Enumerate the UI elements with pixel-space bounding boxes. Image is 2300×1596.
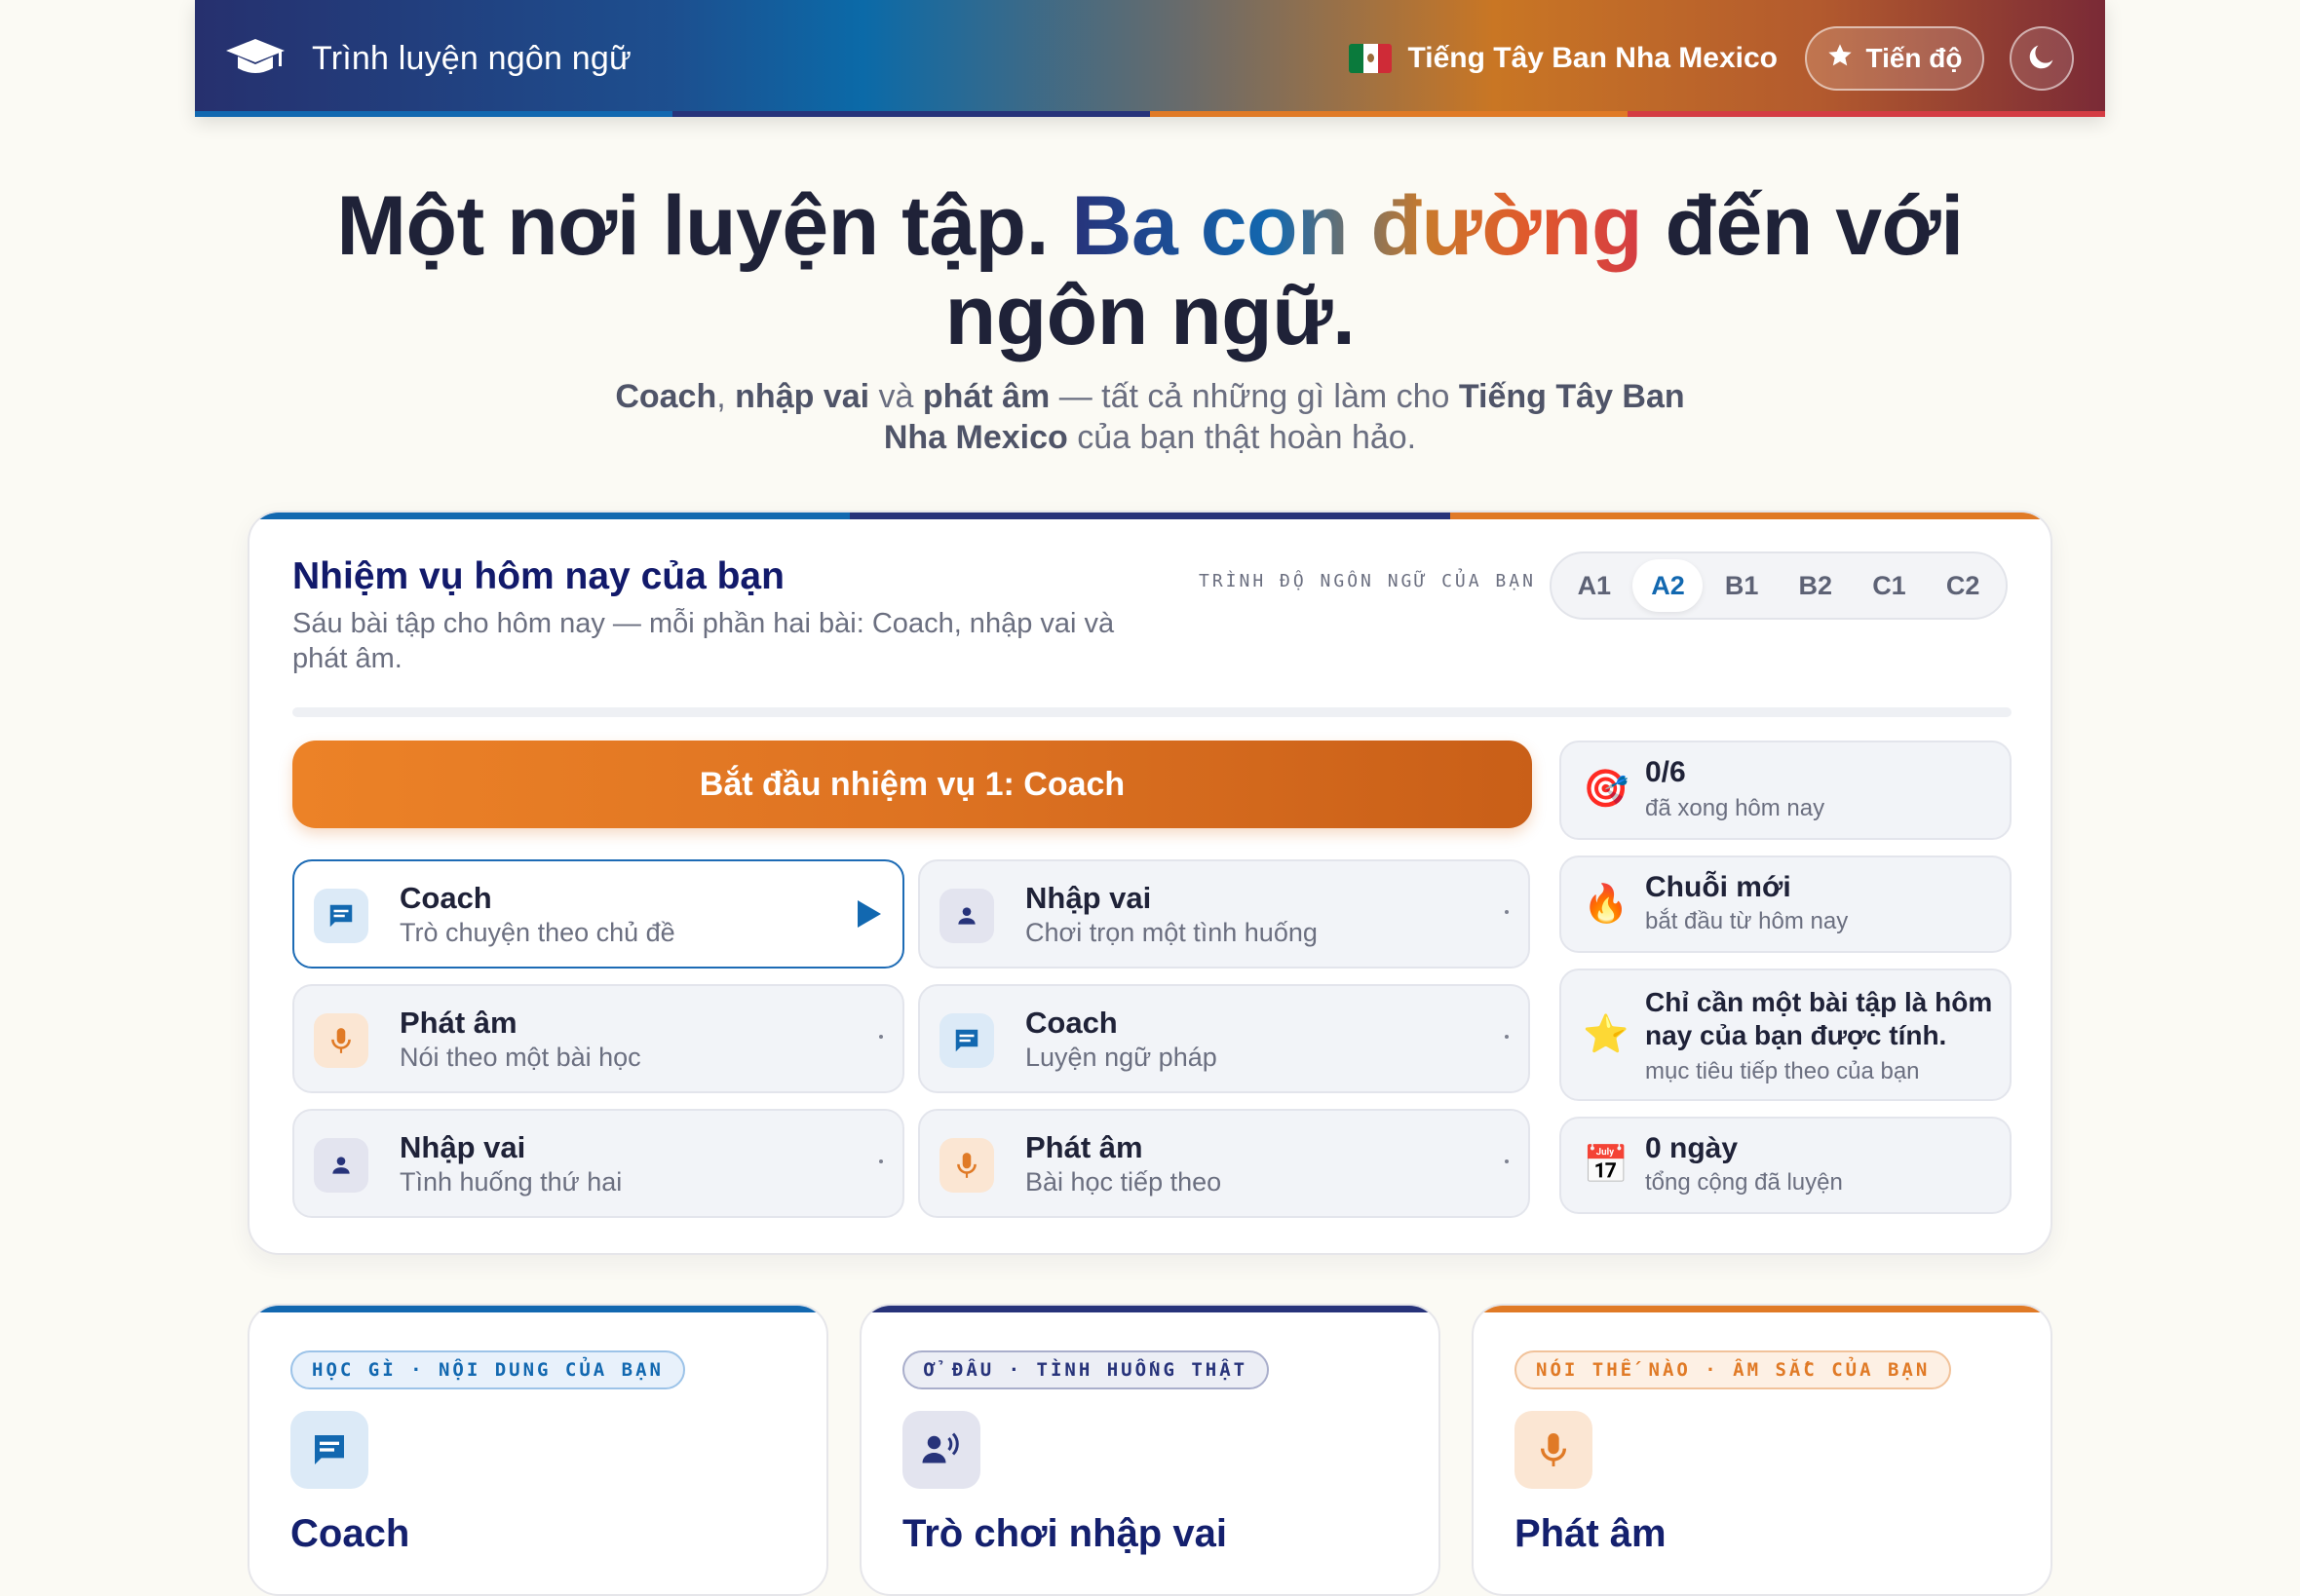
pending-dot-icon [1505,1159,1509,1163]
microphone-icon [1514,1411,1592,1489]
path-card-roleplay[interactable]: Ở ĐÂU · TÌNH HUỐNG THẬT Trò chơi nhập va… [860,1304,1440,1596]
stat-total-days: 📅 0 ngày tổng cộng đã luyện [1559,1117,2012,1214]
stat-title: 0/6 [1645,756,1686,788]
person-icon [314,1138,368,1193]
mission-task-5[interactable]: Nhập vai Tình huống thứ hai [292,1109,904,1218]
stat-streak: 🔥 Chuỗi mới bắt đầu từ hôm nay [1559,855,2012,953]
hero-sub-pronunciation: phát âm [922,378,1051,415]
task-title: Coach [400,881,492,915]
hero-title-part-1: Một nơi luyện tập. [336,179,1049,273]
chat-icon [314,889,368,943]
brand[interactable]: Trình luyện ngôn ngữ [224,0,632,117]
mission-description: Sáu bài tập cho hôm nay — mỗi phần hai b… [292,608,1115,674]
pending-dot-icon [879,1035,883,1039]
daily-mission-card: Nhiệm vụ hôm nay của bạn Sáu bài tập cho… [248,511,2052,1255]
task-subtitle: Luyện ngữ pháp [1025,1043,1217,1072]
progress-button-label: Tiến độ [1865,43,1963,73]
progress-button[interactable]: Tiến độ [1805,26,1984,91]
path-title: Trò chơi nhập vai [902,1512,1227,1555]
level-option-b1[interactable]: B1 [1706,559,1777,612]
microphone-icon [314,1013,368,1068]
hero-sub-coach: Coach [615,378,717,415]
pending-dot-icon [1505,910,1509,914]
stat-completed-today: 🎯 0/6 đã xong hôm nay [1559,741,2012,840]
language-indicator[interactable]: Tiếng Tây Ban Nha Mexico [1349,0,1778,117]
mission-task-6[interactable]: Phát âm Bài học tiếp theo [918,1109,1530,1218]
mission-task-2[interactable]: Nhập vai Chơi trọn một tình huống [918,859,1530,969]
stat-subtitle: mục tiêu tiếp theo của bạn [1645,1058,1920,1084]
moon-icon [2025,40,2058,78]
speaking-person-icon [902,1411,980,1489]
target-icon: 🎯 [1583,769,1629,810]
level-option-a1[interactable]: A1 [1559,559,1629,612]
path-tag: HỌC GÌ · NỘI DUNG CỦA BẠN [290,1350,685,1389]
task-title: Nhập vai [1025,881,1152,915]
brand-title: Trình luyện ngôn ngữ [312,39,632,77]
hero-subtitle: Coach, nhập vai và phát âm — tất cả nhữn… [585,376,1715,458]
top-bar: Trình luyện ngôn ngữ Tiếng Tây Ban Nha M… [195,0,2105,117]
play-icon [854,898,883,934]
mission-task-1[interactable]: Coach Trò chuyện theo chủ đề [292,859,904,969]
hero-sub-text-3: — tất cả những gì làm cho [1050,378,1459,415]
pending-dot-icon [879,1159,883,1163]
task-subtitle: Tình huống thứ hai [400,1167,623,1197]
header-color-strip [195,111,2105,117]
path-tag: Ở ĐÂU · TÌNH HUỐNG THẬT [902,1350,1270,1389]
task-subtitle: Bài học tiếp theo [1025,1167,1222,1197]
stat-subtitle: tổng cộng đã luyện [1645,1169,1843,1196]
task-subtitle: Nói theo một bài học [400,1043,641,1072]
chat-icon [290,1411,368,1489]
language-name: Tiếng Tây Ban Nha Mexico [1407,42,1778,74]
hero-title-highlight: Ba con đường [1071,179,1643,273]
theme-toggle-button[interactable] [2010,26,2074,91]
stat-subtitle: đã xong hôm nay [1645,795,1825,821]
task-subtitle: Trò chuyện theo chủ đề [400,918,675,947]
level-option-a2[interactable]: A2 [1632,559,1704,612]
pending-dot-icon [1505,1035,1509,1039]
path-title: Coach [290,1512,410,1555]
calendar-icon: 📅 [1583,1145,1629,1186]
level-option-c1[interactable]: C1 [1854,559,1924,612]
path-card-coach[interactable]: HỌC GÌ · NỘI DUNG CỦA BẠN Coach [248,1304,828,1596]
mission-color-strip [249,513,2051,519]
star-icon [1826,42,1854,76]
hero-title: Một nơi luyện tập. Ba con đường đến với … [273,181,2027,361]
task-title: Coach [1025,1006,1118,1040]
hero-sub-text-1: , [716,378,736,415]
path-tag: NÓI THẾ NÀO · ÂM SẮC CỦA BẠN [1514,1350,1952,1389]
graduation-cap-icon [224,35,287,83]
path-card-pronunciation[interactable]: NÓI THẾ NÀO · ÂM SẮC CỦA BẠN Phát âm [1472,1304,2052,1596]
level-option-c2[interactable]: C2 [1928,559,1998,612]
star-icon: ⭐ [1583,1014,1629,1055]
chat-icon [939,1013,994,1068]
card-color-strip [1474,1306,2051,1312]
stat-title: Chỉ cần một bài tập là hôm nay của bạn đ… [1645,987,1993,1050]
stat-title: 0 ngày [1645,1132,1739,1164]
mission-task-4[interactable]: Coach Luyện ngữ pháp [918,984,1530,1093]
level-selector: A1 A2 B1 B2 C1 C2 [1550,551,2008,620]
hero-sub-text-4: của bạn thật hoàn hảo. [1067,419,1417,456]
hero-sub-roleplay: nhập vai [735,378,870,415]
path-title: Phát âm [1514,1512,1667,1555]
person-icon [939,889,994,943]
task-subtitle: Chơi trọn một tình huống [1025,918,1318,947]
fire-icon: 🔥 [1583,884,1629,925]
mission-progress-bar [292,707,2012,717]
level-option-b2[interactable]: B2 [1781,559,1851,612]
start-mission-button[interactable]: Bắt đầu nhiệm vụ 1: Coach [292,741,1532,828]
level-selector-label: TRÌNH ĐỘ NGÔN NGỮ CỦA BẠN [1199,571,1536,591]
task-title: Phát âm [400,1006,518,1040]
task-title: Phát âm [1025,1130,1143,1164]
card-color-strip [249,1306,826,1312]
stat-next-goal: ⭐ Chỉ cần một bài tập là hôm nay của bạn… [1559,969,2012,1101]
stat-subtitle: bắt đầu từ hôm nay [1645,908,1849,934]
card-color-strip [862,1306,1438,1312]
task-title: Nhập vai [400,1130,526,1164]
hero-sub-text-2: và [869,378,923,415]
mission-title: Nhiệm vụ hôm nay của bạn [292,555,785,597]
stat-title: Chuỗi mới [1645,871,1791,903]
mexico-flag-icon [1349,44,1393,73]
microphone-icon [939,1138,994,1193]
mission-task-3[interactable]: Phát âm Nói theo một bài học [292,984,904,1093]
